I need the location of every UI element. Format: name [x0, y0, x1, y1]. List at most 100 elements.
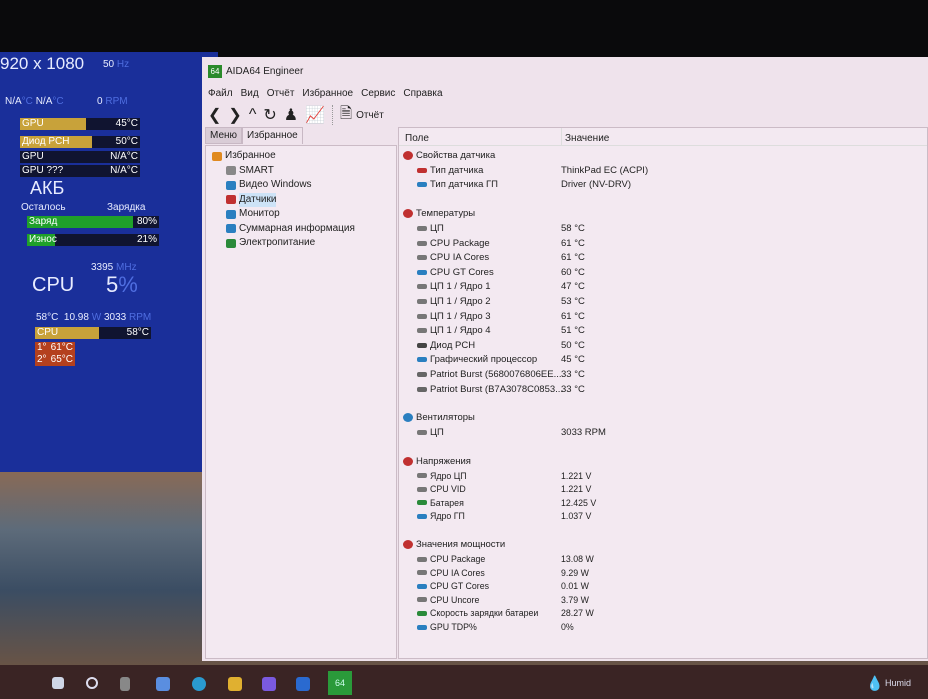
start-icon[interactable]	[52, 677, 64, 689]
sensor-row[interactable]: Диод PCH 50 °C	[403, 338, 923, 353]
sensor-name: CPU GT Cores	[430, 581, 489, 592]
explorer-icon[interactable]	[228, 677, 242, 691]
sensor-row[interactable]: CPU Uncore 3.79 W	[403, 593, 923, 607]
tree-item[interactable]: Избранное	[212, 149, 355, 164]
sensor-icon	[417, 486, 427, 492]
sensor-icon	[417, 473, 427, 479]
sensor-row[interactable]: Тип датчика ThinkPad EC (ACPI)	[403, 163, 923, 178]
sensor-row[interactable]: ЦП 3033 RPM	[403, 425, 923, 440]
tree-item[interactable]: Электропитание	[212, 236, 355, 251]
search-icon[interactable]	[86, 677, 98, 689]
menu-item[interactable]: Отчёт	[267, 88, 295, 99]
deg-1: °C	[21, 96, 33, 107]
sensor-name: ЦП 1 / Ядро 2	[430, 295, 491, 307]
charging-label: Зарядка	[107, 202, 146, 213]
tree-item[interactable]: Суммарная информация	[212, 222, 355, 237]
rpm-unit: RPM	[105, 96, 128, 107]
sensor-row[interactable]: Ядро ЦП 1.221 V	[403, 469, 923, 483]
sensor-value: 58 °C	[561, 222, 585, 234]
sensor-value: 0%	[561, 622, 574, 633]
sensor-value: 12.425 V	[561, 497, 597, 508]
menu-item[interactable]: Справка	[403, 88, 442, 99]
sensor-row[interactable]: CPU VID 1.221 V	[403, 483, 923, 497]
weather-label[interactable]: Humid	[885, 678, 911, 688]
sensor-name: ЦП 1 / Ядро 1	[430, 281, 491, 293]
sensor-row[interactable]: CPU IA Cores 9.29 W	[403, 566, 923, 580]
chart-icon[interactable]: 📈	[305, 105, 325, 125]
sensor-row[interactable]: Ядро ГП 1.037 V	[403, 510, 923, 524]
sensor-row[interactable]: ЦП 1 / Ядро 2 53 °C	[403, 294, 923, 309]
sensor-row[interactable]: ЦП 1 / Ядро 1 47 °C	[403, 280, 923, 295]
tree-item-icon	[226, 224, 236, 234]
deg-2: °C	[52, 96, 64, 107]
weather-icon: 💧	[866, 675, 884, 691]
sensor-icon	[417, 597, 427, 603]
todo-icon[interactable]	[296, 677, 310, 691]
sensor-group[interactable]: Свойства датчика	[403, 148, 923, 163]
menu-item[interactable]: Сервис	[361, 88, 395, 99]
core1-value: 61°C	[50, 342, 73, 353]
group-icon	[403, 209, 413, 219]
report-button[interactable]: 🗎 Отчёт	[340, 103, 384, 128]
forward-icon[interactable]: ❯	[228, 105, 241, 125]
sensor-value: 61 °C	[561, 237, 585, 249]
sensor-name: ЦП	[430, 427, 444, 439]
menu-item[interactable]: Избранное	[302, 88, 353, 99]
store-icon[interactable]	[262, 677, 276, 691]
column-field[interactable]: Поле	[405, 133, 429, 144]
copilot-icon[interactable]	[156, 677, 170, 691]
cpu-power: 10.98	[63, 312, 89, 323]
sensor-row[interactable]: CPU Package 61 °C	[403, 236, 923, 251]
toolbar: ❮ ❯ ^ ↻ ♟ 📈 🗎 Отчёт	[208, 103, 384, 127]
tree-item[interactable]: Датчики	[212, 192, 355, 207]
sensor-row[interactable]: Батарея 12.425 V	[403, 496, 923, 510]
sensor-name: CPU VID	[430, 484, 466, 495]
cpu-label: CPU	[32, 274, 75, 296]
sensor-group[interactable]: Значения мощности	[403, 537, 923, 552]
sensor-row[interactable]: Patriot Burst (5680076806EE... 33 °C	[403, 367, 923, 382]
sensor-row[interactable]: ЦП 1 / Ядро 3 61 °C	[403, 309, 923, 324]
sensor-name: CPU Package	[430, 237, 490, 249]
sensor-row[interactable]: CPU GT Cores 60 °C	[403, 265, 923, 280]
sensor-value: Driver (NV-DRV)	[561, 179, 632, 191]
menu-item[interactable]: Файл	[208, 88, 233, 99]
sensor-row[interactable]: CPU GT Cores 0.01 W	[403, 579, 923, 593]
sensor-row[interactable]: Графический процессор 45 °C	[403, 353, 923, 368]
tree-item-icon	[212, 151, 222, 161]
sensor-row[interactable]: CPU IA Cores 61 °C	[403, 250, 923, 265]
taskbar: 64 💧 Humid	[0, 665, 928, 699]
sensor-row[interactable]: Тип датчика ГП Driver (NV-DRV)	[403, 178, 923, 193]
sensor-value: 45 °C	[561, 354, 585, 366]
up-icon[interactable]: ^	[249, 106, 257, 124]
column-value[interactable]: Значение	[561, 128, 609, 146]
sensor-value: 3033 RPM	[561, 427, 606, 439]
sensor-name: GPU TDP%	[430, 622, 477, 633]
tree-item[interactable]: SMART	[212, 164, 355, 179]
sensor-value: 33 °C	[561, 383, 585, 395]
tab-menu[interactable]: Меню	[205, 127, 243, 144]
tree-item[interactable]: Видео Windows	[212, 178, 355, 193]
sensor-row[interactable]: Patriot Burst (B7A3078C0853... 33 °C	[403, 382, 923, 397]
aida64-taskbar-icon[interactable]: 64	[328, 671, 352, 695]
user-icon[interactable]: ♟	[284, 105, 298, 125]
sensor-row[interactable]: GPU TDP% 0%	[403, 620, 923, 634]
gadget-bar-value: 45°C	[115, 118, 138, 129]
sensor-row[interactable]: ЦП 58 °C	[403, 221, 923, 236]
sensor-icon	[417, 342, 427, 348]
sensor-name: Ядро ЦП	[430, 470, 467, 481]
sensor-group[interactable]: Температуры	[403, 206, 923, 221]
sensor-row[interactable]: ЦП 1 / Ядро 4 51 °C	[403, 323, 923, 338]
tab-favorites[interactable]: Избранное	[242, 127, 303, 144]
back-icon[interactable]: ❮	[208, 105, 221, 125]
group-icon	[403, 540, 413, 550]
task-view-icon[interactable]	[120, 677, 130, 691]
sensor-row[interactable]: Скорость зарядки батареи 28.27 W	[403, 607, 923, 621]
title-bar[interactable]: 64 AIDA64 Engineer	[202, 57, 928, 85]
menu-item[interactable]: Вид	[241, 88, 259, 99]
sensor-group[interactable]: Вентиляторы	[403, 410, 923, 425]
tree-item[interactable]: Монитор	[212, 207, 355, 222]
sensor-group[interactable]: Напряжения	[403, 454, 923, 469]
sensor-row[interactable]: CPU Package 13.08 W	[403, 552, 923, 566]
refresh-icon[interactable]: ↻	[263, 105, 276, 125]
edge-icon[interactable]	[192, 677, 206, 691]
